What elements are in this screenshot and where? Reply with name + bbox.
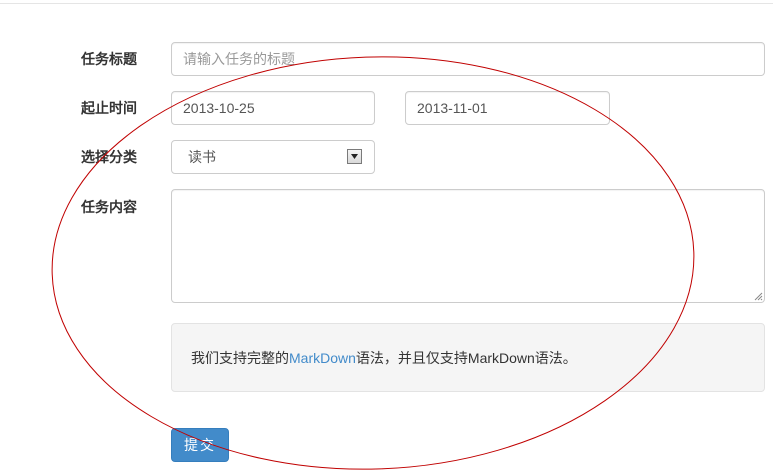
task-content-label: 任务内容	[81, 199, 137, 215]
task-form-page: 任务标题 起止时间 选择分类 读书 任务内容 我们支持完整的MarkDown语法…	[0, 0, 773, 471]
task-content-textarea[interactable]	[171, 189, 765, 303]
task-title-label: 任务标题	[81, 51, 137, 67]
top-divider	[0, 3, 773, 4]
markdown-link[interactable]: MarkDown	[289, 350, 356, 366]
date-range-label: 起止时间	[81, 100, 137, 116]
help-text-prefix: 我们支持完整的	[191, 349, 289, 366]
task-title-input[interactable]	[171, 42, 765, 76]
resize-grip-icon[interactable]	[754, 292, 763, 301]
start-date-input[interactable]	[171, 91, 375, 125]
markdown-help-note: 我们支持完整的 MarkDown 语法，并且仅支持MarkDown语法。	[171, 323, 765, 392]
end-date-input[interactable]	[405, 91, 610, 125]
category-label: 选择分类	[81, 149, 137, 165]
dropdown-arrow-icon[interactable]	[347, 149, 362, 164]
help-text-suffix: 语法，并且仅支持MarkDown语法。	[355, 349, 577, 366]
submit-button[interactable]: 提交	[171, 428, 229, 462]
category-selected-value: 读书	[188, 149, 216, 165]
task-content-wrapper	[171, 189, 765, 303]
category-select[interactable]: 读书	[171, 140, 375, 174]
